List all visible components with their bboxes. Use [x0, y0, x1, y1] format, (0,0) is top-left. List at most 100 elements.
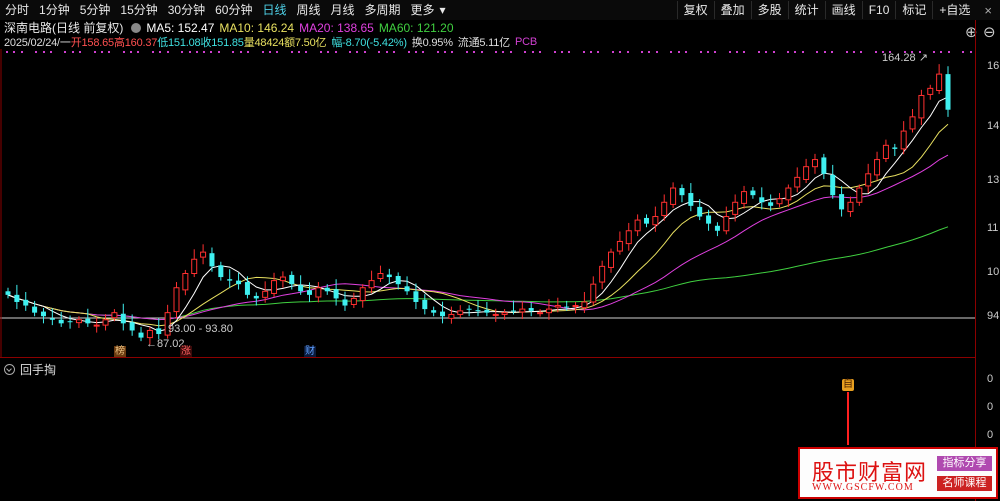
candle-body — [173, 287, 180, 313]
candle-body — [634, 219, 641, 232]
close-icon[interactable]: × — [976, 3, 1000, 18]
candle-body — [138, 332, 144, 338]
candle-body — [307, 290, 313, 295]
candle-body — [368, 280, 375, 289]
candle-body — [377, 272, 384, 279]
candle-body — [865, 173, 872, 187]
candle-body — [244, 282, 250, 295]
candle-body — [58, 319, 64, 324]
y-label: 13 — [987, 174, 1000, 186]
candle-body — [315, 287, 322, 298]
candle-body — [182, 272, 189, 291]
candle-body — [218, 265, 224, 278]
ma5-line — [7, 96, 949, 332]
candle-body — [909, 116, 916, 130]
candle-body — [85, 318, 91, 324]
candle-body — [918, 94, 925, 119]
candle-body — [404, 286, 410, 292]
y-label: 11 — [987, 222, 999, 234]
candle-body — [830, 174, 836, 196]
range-annotation: 93.00 - 93.80 — [168, 323, 233, 335]
candle-body — [191, 258, 198, 274]
candle-body — [936, 73, 943, 91]
candlestick-chart[interactable] — [0, 0, 975, 501]
candle-body — [537, 312, 544, 315]
candle-body — [440, 311, 446, 317]
candle-body — [882, 144, 889, 159]
candle-body — [23, 299, 29, 306]
candle-body — [111, 312, 118, 319]
candle-body — [93, 324, 100, 327]
candle-body — [200, 251, 207, 258]
candle-body — [545, 308, 552, 314]
candle-body — [590, 283, 597, 303]
candle-body — [785, 187, 792, 201]
candle-body — [811, 159, 818, 168]
candle-body — [14, 294, 20, 302]
candle-body — [697, 206, 703, 217]
candle-body — [927, 87, 934, 95]
ma10-line — [7, 123, 949, 327]
candle-body — [422, 299, 428, 310]
candle-body — [413, 291, 419, 302]
candle-body — [475, 310, 481, 312]
candle-body — [146, 329, 153, 339]
watermark-url: WWW.GSCFW.COM — [812, 482, 914, 493]
candle-body — [271, 280, 278, 294]
candle-body — [652, 216, 659, 226]
y-label: 10 — [987, 266, 1000, 278]
chevron-down-icon[interactable] — [4, 364, 15, 375]
self-select-badge[interactable]: 自 — [842, 379, 854, 391]
candle-body — [599, 265, 606, 283]
candle-body — [102, 319, 109, 326]
candle-body — [723, 216, 730, 232]
watermark-logo: 股市财富网 WWW.GSCFW.COM 指标分享 名师课程 — [798, 447, 998, 499]
ind-y-label: 0 — [987, 401, 994, 413]
candle-body — [227, 279, 233, 281]
candle-body — [794, 176, 801, 188]
candle-body — [625, 230, 632, 245]
indicator-title[interactable]: 回手掏 — [4, 361, 56, 378]
y-label: 14 — [987, 120, 1000, 132]
candle-body — [776, 198, 783, 205]
candle-body — [279, 276, 286, 282]
candle-body — [581, 301, 588, 309]
candle-body — [129, 322, 135, 331]
candle-body — [359, 287, 366, 302]
candle-body — [670, 187, 677, 205]
watermark-tag: 名师课程 — [937, 476, 992, 491]
candle-body — [661, 201, 668, 216]
candle-body — [759, 197, 765, 203]
candle-body — [714, 225, 720, 231]
candle-body — [395, 275, 401, 285]
candle-body — [386, 274, 392, 278]
candle-body — [298, 285, 304, 292]
candle-body — [688, 193, 694, 206]
candle-body — [49, 318, 55, 320]
candle-body — [5, 291, 11, 295]
candle-body — [457, 310, 464, 315]
candle-body — [945, 74, 951, 110]
candle-body — [768, 202, 774, 206]
candle-body — [679, 188, 685, 196]
candle-body — [236, 280, 242, 285]
candle-body — [484, 309, 490, 313]
candle-body — [616, 240, 623, 252]
candle-body — [564, 306, 570, 308]
candle-body — [342, 299, 348, 306]
candle-body — [839, 194, 845, 210]
candle-body — [40, 311, 46, 317]
candle-body — [554, 305, 561, 308]
candle-body — [643, 217, 649, 224]
candle-body — [32, 306, 38, 313]
candle-body — [156, 328, 162, 335]
candle-body — [803, 166, 810, 181]
candle-body — [821, 157, 827, 174]
ind-y-label: 0 — [987, 429, 994, 441]
candle-body — [253, 295, 259, 299]
candle-body — [67, 321, 73, 323]
candle-body — [75, 319, 82, 324]
candle-body — [120, 313, 126, 324]
y-label: 16 — [987, 60, 1000, 72]
candle-body — [333, 289, 339, 299]
